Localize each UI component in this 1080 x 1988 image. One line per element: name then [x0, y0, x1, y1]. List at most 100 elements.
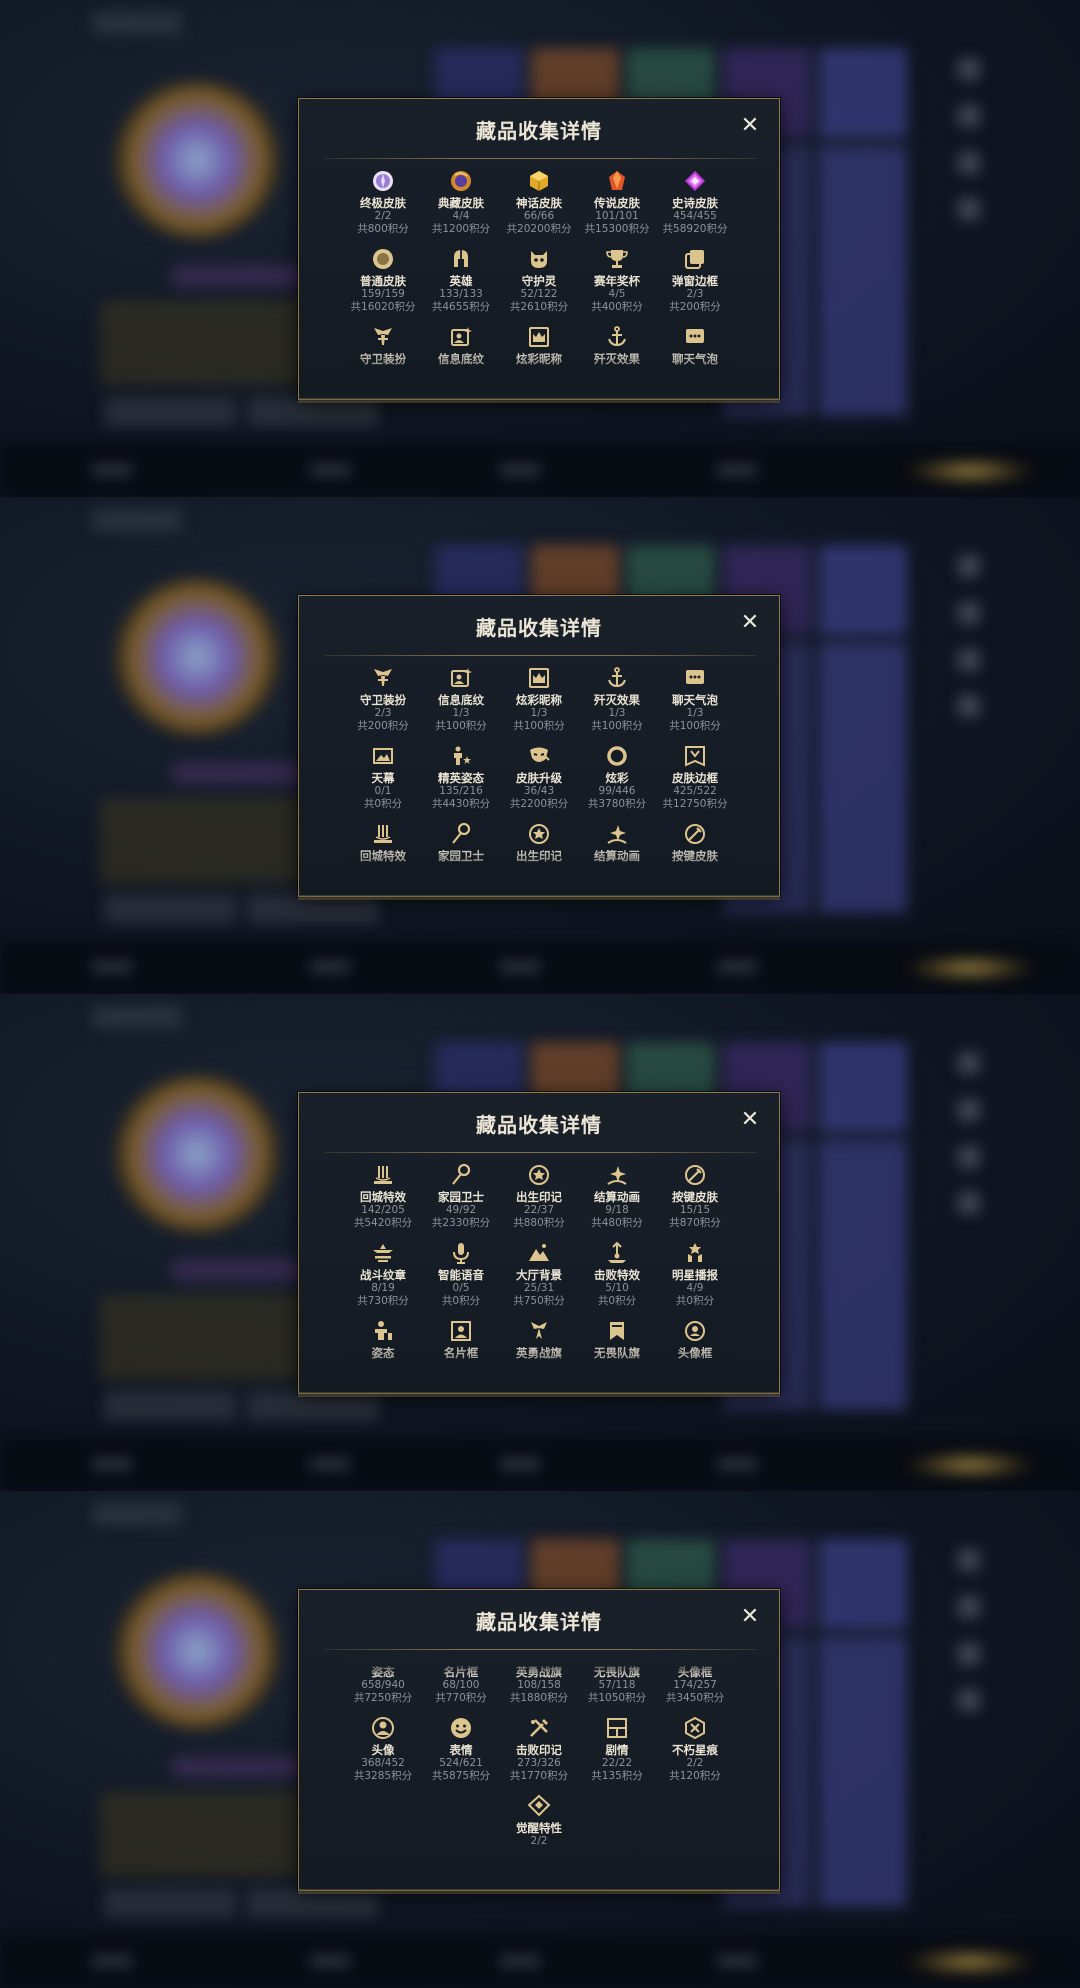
collection-item[interactable]: 精英姿态 135/216 共4430积分 [422, 744, 500, 822]
bottom-tab[interactable] [717, 464, 757, 476]
item-count: 49/92 [445, 1204, 477, 1216]
item-name: 典藏皮肤 [438, 196, 484, 210]
close-icon[interactable]: ✕ [739, 115, 761, 137]
collection-item[interactable]: 天幕 0/1 共0积分 [344, 744, 422, 822]
collection-item[interactable]: 信息底纹 1/3 共100积分 [422, 666, 500, 744]
bottom-tab[interactable] [500, 1458, 540, 1470]
bottom-tab[interactable] [500, 1955, 540, 1967]
collection-item[interactable]: 歼灭效果 1/3 共100积分 [578, 666, 656, 744]
bottom-tab[interactable] [717, 1458, 757, 1470]
bottom-tab[interactable] [500, 464, 540, 476]
side-menu-icon[interactable] [958, 1596, 980, 1618]
collection-item[interactable]: 典藏皮肤 4/4 共1200积分 [422, 169, 500, 247]
item-count: 2/2 [374, 210, 392, 222]
back-button[interactable] [92, 1006, 182, 1028]
collection-item[interactable]: 皮肤边框 425/522 共12750积分 [656, 744, 734, 822]
side-menu-icon[interactable] [958, 58, 980, 80]
collection-item[interactable]: 智能语音 0/5 共0积分 [422, 1241, 500, 1319]
close-icon[interactable]: ✕ [739, 1606, 761, 1628]
item-count: 1/3 [686, 707, 704, 719]
side-menu-icon[interactable] [958, 1549, 980, 1571]
collection-item[interactable]: 守护灵 52/122 共2610积分 [500, 247, 578, 325]
collection-item[interactable]: 弹窗边框 2/3 共200积分 [656, 247, 734, 325]
side-menu-icon[interactable] [958, 1146, 980, 1168]
collection-item[interactable]: 炫彩昵称 1/3 共100积分 [500, 666, 578, 744]
collection-item[interactable]: 不朽星痕 2/2 共120积分 [656, 1716, 734, 1794]
left-action-button[interactable] [105, 895, 235, 923]
close-icon[interactable]: ✕ [739, 1109, 761, 1131]
item-count: 57/118 [598, 1679, 636, 1691]
collection-item[interactable]: 史诗皮肤 454/455 共58920积分 [656, 169, 734, 247]
item-name: 剧情 [605, 1743, 629, 1757]
bottom-tab[interactable] [92, 1458, 132, 1470]
collection-item[interactable]: 出生印记 22/37 共880积分 [500, 1163, 578, 1241]
collection-item[interactable]: 击败特效 5/10 共0积分 [578, 1241, 656, 1319]
side-menu-icon[interactable] [958, 602, 980, 624]
collection-item[interactable]: 守卫装扮 2/3 共200积分 [344, 666, 422, 744]
side-menu-icon[interactable] [958, 555, 980, 577]
collection-item[interactable]: 传说皮肤 101/101 共15300积分 [578, 169, 656, 247]
item-count: 4/5 [608, 288, 626, 300]
collection-detail-dialog: 藏品收集详情 ✕ 终极皮肤 2/2 共800积分 典藏皮肤 4/4 共1200积分 神话皮肤 66… [298, 98, 780, 400]
side-menu-icon[interactable] [958, 1643, 980, 1665]
bottom-tab[interactable] [500, 961, 540, 973]
collection-item[interactable]: 战斗纹章 8/19 共730积分 [344, 1241, 422, 1319]
title-divider [324, 1649, 757, 1650]
dialog-bottom-edge [298, 1392, 780, 1397]
collection-item[interactable]: 击败印记 273/326 共1770积分 [500, 1716, 578, 1794]
collection-item[interactable]: 终极皮肤 2/2 共800积分 [344, 169, 422, 247]
collection-item[interactable]: 明星播报 4/9 共0积分 [656, 1241, 734, 1319]
side-menu-icon[interactable] [958, 1099, 980, 1121]
item-points: 共3780积分 [587, 798, 647, 810]
item-name: 普通皮肤 [360, 274, 406, 288]
collection-grid-scroll[interactable]: 回城特效 142/205 共5420积分 家园卫士 49/92 共2330积分 出生印记 22… [344, 1163, 734, 1383]
collection-item[interactable]: 赛年奖杯 4/5 共400积分 [578, 247, 656, 325]
bottom-tab[interactable] [717, 1955, 757, 1967]
helmet-icon [449, 247, 473, 271]
collection-item[interactable]: 按键皮肤 15/15 共870积分 [656, 1163, 734, 1241]
collection-item[interactable]: 英雄 133/133 共4655积分 [422, 247, 500, 325]
bottom-tab[interactable] [310, 961, 350, 973]
side-menu-icon[interactable] [958, 649, 980, 671]
bottom-tab[interactable] [310, 1955, 350, 1967]
bottom-tab[interactable] [92, 464, 132, 476]
left-action-button[interactable] [105, 398, 235, 426]
item-points: 共200积分 [669, 301, 721, 313]
side-menu-icon[interactable] [958, 105, 980, 127]
collection-item[interactable]: 皮肤升级 36/43 共2200积分 [500, 744, 578, 822]
back-button[interactable] [92, 1503, 182, 1525]
collection-item[interactable]: 结算动画 9/18 共480积分 [578, 1163, 656, 1241]
left-action-button[interactable] [105, 1392, 235, 1420]
collection-item[interactable]: 家园卫士 49/92 共2330积分 [422, 1163, 500, 1241]
bottom-tab[interactable] [310, 1458, 350, 1470]
collection-item[interactable]: 表情 524/621 共5875积分 [422, 1716, 500, 1794]
back-button[interactable] [92, 509, 182, 531]
side-menu-icon[interactable] [958, 152, 980, 174]
bottom-tab[interactable] [92, 1955, 132, 1967]
collection-item[interactable]: 头像 368/452 共3285积分 [344, 1716, 422, 1794]
wings-emblem-icon [371, 325, 395, 349]
left-action-button[interactable] [105, 1889, 235, 1917]
collection-grid-scroll[interactable]: 姿态658/940共7250积分名片框68/100共770积分英勇战旗108/1… [344, 1660, 734, 1880]
collection-item[interactable]: 聊天气泡 1/3 共100积分 [656, 666, 734, 744]
item-points: 共1770积分 [509, 1770, 569, 1782]
close-icon[interactable]: ✕ [739, 612, 761, 634]
collection-item[interactable]: 普通皮肤 159/159 共16020积分 [344, 247, 422, 325]
bottom-tab[interactable] [717, 961, 757, 973]
collection-item[interactable]: 神话皮肤 66/66 共20200积分 [500, 169, 578, 247]
collection-grid-scroll[interactable]: 守卫装扮 2/3 共200积分 信息底纹 1/3 共100积分 炫彩昵称 1/3 共100积分歼… [344, 666, 734, 886]
bottom-tab[interactable] [310, 464, 350, 476]
collection-item[interactable]: 回城特效 142/205 共5420积分 [344, 1163, 422, 1241]
bottom-tab[interactable] [92, 961, 132, 973]
item-points: 共16020积分 [350, 301, 416, 313]
side-menu-icon[interactable] [958, 1689, 980, 1711]
side-menu-icon[interactable] [958, 695, 980, 717]
collection-item[interactable]: 炫彩 99/446 共3780积分 [578, 744, 656, 822]
side-menu-icon[interactable] [958, 198, 980, 220]
side-menu-icon[interactable] [958, 1052, 980, 1074]
collection-grid-scroll[interactable]: 终极皮肤 2/2 共800积分 典藏皮肤 4/4 共1200积分 神话皮肤 66/66 共202… [344, 169, 734, 389]
back-button[interactable] [92, 12, 182, 34]
side-menu-icon[interactable] [958, 1192, 980, 1214]
collection-item[interactable]: 剧情 22/22 共135积分 [578, 1716, 656, 1794]
collection-item[interactable]: 大厅背景 25/31 共750积分 [500, 1241, 578, 1319]
